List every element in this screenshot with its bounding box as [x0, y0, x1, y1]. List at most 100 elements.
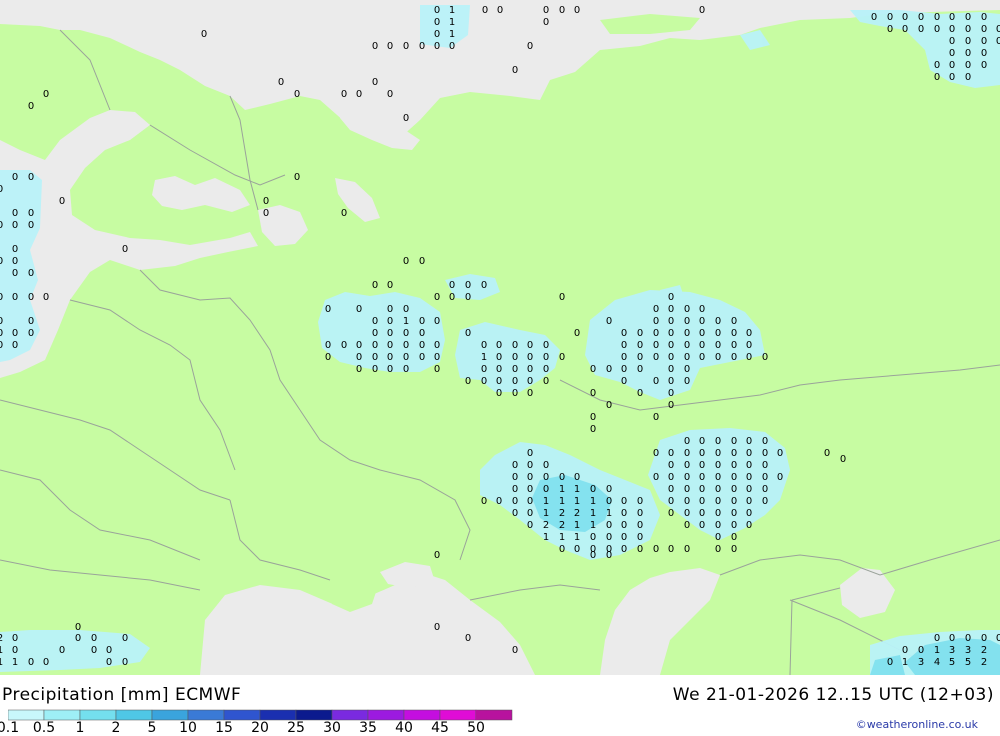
- svg-text:0: 0: [43, 89, 49, 100]
- scale-tick-label: 20: [251, 720, 269, 736]
- svg-text:0: 0: [278, 77, 284, 88]
- svg-text:0: 0: [387, 280, 393, 291]
- svg-text:0: 0: [606, 520, 612, 531]
- svg-text:0: 0: [512, 496, 518, 507]
- svg-text:0: 0: [434, 41, 440, 52]
- svg-text:1: 1: [481, 352, 487, 363]
- svg-text:0: 0: [637, 340, 643, 351]
- svg-text:0: 0: [512, 364, 518, 375]
- scale-swatch: [439, 709, 477, 721]
- svg-text:0: 0: [684, 544, 690, 555]
- svg-text:1: 1: [590, 520, 596, 531]
- svg-text:0: 0: [481, 496, 487, 507]
- svg-text:0: 0: [699, 508, 705, 519]
- svg-text:0: 0: [481, 280, 487, 291]
- svg-text:2: 2: [559, 520, 565, 531]
- svg-text:0: 0: [746, 352, 752, 363]
- svg-text:0: 0: [403, 256, 409, 267]
- svg-text:0: 0: [684, 304, 690, 315]
- svg-text:0: 0: [12, 256, 18, 267]
- svg-text:0: 0: [122, 244, 128, 255]
- svg-text:0: 0: [731, 328, 737, 339]
- svg-text:0: 0: [434, 550, 440, 561]
- svg-text:0: 0: [434, 316, 440, 327]
- svg-text:0: 0: [606, 532, 612, 543]
- svg-text:0: 0: [0, 328, 3, 339]
- svg-text:0: 0: [372, 77, 378, 88]
- svg-text:0: 0: [934, 24, 940, 35]
- svg-text:0: 0: [746, 448, 752, 459]
- svg-text:0: 0: [387, 89, 393, 100]
- svg-text:1: 1: [543, 496, 549, 507]
- svg-text:0: 0: [981, 12, 987, 23]
- scale-swatch: [79, 709, 117, 721]
- svg-text:1: 1: [902, 657, 908, 668]
- svg-text:0: 0: [325, 340, 331, 351]
- svg-text:1: 1: [449, 5, 455, 16]
- svg-text:0: 0: [746, 472, 752, 483]
- svg-text:0: 0: [965, 633, 971, 644]
- svg-text:0: 0: [419, 256, 425, 267]
- svg-text:0: 0: [543, 376, 549, 387]
- svg-text:0: 0: [465, 280, 471, 291]
- svg-text:0: 0: [668, 304, 674, 315]
- svg-text:0: 0: [512, 508, 518, 519]
- svg-text:0: 0: [746, 460, 752, 471]
- svg-text:0: 0: [512, 376, 518, 387]
- svg-text:0: 0: [715, 496, 721, 507]
- svg-text:0: 0: [902, 645, 908, 656]
- svg-text:0: 0: [419, 316, 425, 327]
- svg-text:0: 0: [668, 352, 674, 363]
- svg-text:0: 0: [372, 328, 378, 339]
- svg-text:0: 0: [403, 328, 409, 339]
- svg-text:0: 0: [637, 496, 643, 507]
- svg-text:0: 0: [746, 340, 752, 351]
- svg-text:0: 0: [637, 352, 643, 363]
- svg-text:0: 0: [949, 633, 955, 644]
- svg-text:0: 0: [699, 448, 705, 459]
- svg-text:0: 0: [684, 352, 690, 363]
- svg-text:0: 0: [887, 24, 893, 35]
- scale-tick-label: 40: [395, 720, 413, 736]
- svg-text:0: 0: [294, 172, 300, 183]
- svg-text:0: 0: [75, 622, 81, 633]
- svg-text:0: 0: [527, 364, 533, 375]
- svg-text:0: 0: [918, 12, 924, 23]
- scale-tick-label: 50: [467, 720, 485, 736]
- svg-text:0: 0: [684, 448, 690, 459]
- svg-text:0: 0: [637, 508, 643, 519]
- scale-swatch: [259, 709, 297, 721]
- svg-text:0: 0: [434, 17, 440, 28]
- svg-text:0: 0: [715, 520, 721, 531]
- svg-text:0: 0: [372, 364, 378, 375]
- svg-text:0: 0: [949, 48, 955, 59]
- svg-text:0: 0: [981, 60, 987, 71]
- svg-text:0: 0: [715, 460, 721, 471]
- scale-tick-label: 30: [323, 720, 341, 736]
- svg-text:0: 0: [496, 352, 502, 363]
- svg-text:0: 0: [465, 376, 471, 387]
- svg-text:0: 0: [762, 448, 768, 459]
- scale-tick-label: 25: [287, 720, 305, 736]
- svg-text:0: 0: [512, 388, 518, 399]
- svg-text:0: 0: [497, 5, 503, 16]
- svg-text:0: 0: [403, 304, 409, 315]
- svg-text:0: 0: [387, 316, 393, 327]
- svg-text:0: 0: [0, 316, 3, 327]
- svg-text:0: 0: [434, 622, 440, 633]
- svg-text:0: 0: [606, 496, 612, 507]
- svg-text:0: 0: [996, 633, 1000, 644]
- svg-text:0: 0: [419, 352, 425, 363]
- svg-text:2: 2: [981, 645, 987, 656]
- scale-tick-label: 2: [111, 720, 121, 736]
- svg-text:0: 0: [387, 41, 393, 52]
- credit-link[interactable]: ©weatheronline.co.uk: [856, 718, 978, 731]
- svg-text:0: 0: [434, 5, 440, 16]
- svg-text:0: 0: [715, 340, 721, 351]
- svg-text:0: 0: [403, 352, 409, 363]
- svg-text:0: 0: [512, 352, 518, 363]
- svg-text:1: 1: [543, 508, 549, 519]
- svg-text:0: 0: [762, 352, 768, 363]
- svg-text:0: 0: [949, 36, 955, 47]
- svg-text:1: 1: [0, 657, 3, 668]
